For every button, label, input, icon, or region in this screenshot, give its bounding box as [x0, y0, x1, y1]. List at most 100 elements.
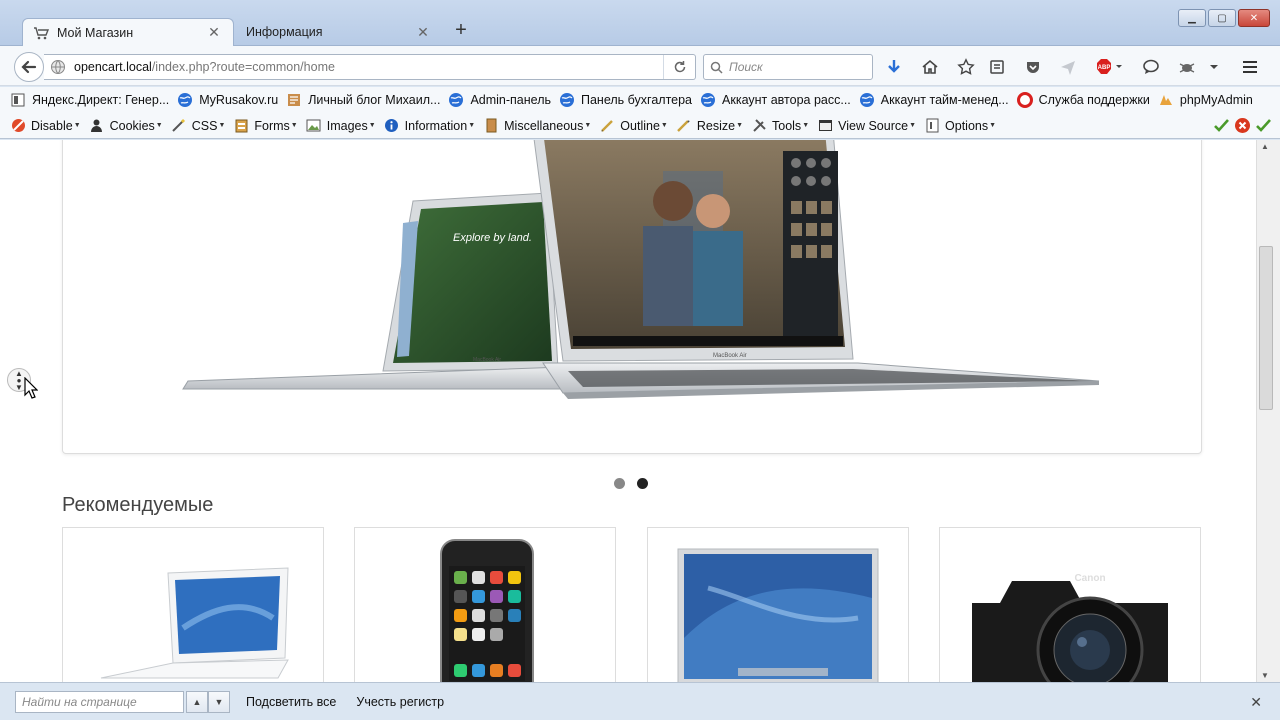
bookmarks-menu-icon[interactable]: [986, 56, 1008, 78]
adblock-icon[interactable]: ABP: [1094, 56, 1126, 78]
window-controls: ▁ ▢ ✕: [1178, 9, 1270, 27]
product-card-canon-camera[interactable]: Canon: [939, 527, 1201, 682]
tab-strip: Мой Магазин ✕ Информация ✕ + ▁ ▢ ✕: [0, 0, 1280, 46]
search-box[interactable]: [703, 54, 873, 80]
bookmark-support[interactable]: Служба поддержки: [1016, 92, 1150, 108]
bookmark-admin-panel[interactable]: Admin-панель: [448, 92, 551, 108]
back-button[interactable]: [14, 52, 44, 82]
svg-text:MacBook Air: MacBook Air: [473, 357, 501, 363]
chat-icon[interactable]: [1140, 56, 1162, 78]
svg-text:Explore by land.: Explore by land.: [453, 232, 532, 244]
firebug-icon[interactable]: [1176, 56, 1198, 78]
find-bar: ▲ ▼ Подсветить все Учесть регистр ✕: [0, 682, 1280, 720]
css-icon: [171, 118, 187, 134]
scrollbar-thumb[interactable]: [1259, 246, 1273, 410]
tab-my-store[interactable]: Мой Магазин ✕: [22, 18, 234, 46]
options-icon: [924, 118, 940, 134]
svg-text:ABP: ABP: [1098, 65, 1111, 71]
dev-menu-outline[interactable]: Outline ▼: [599, 118, 668, 134]
dev-menu-resize[interactable]: Resize ▼: [676, 118, 743, 134]
bookmark-phpmyadmin[interactable]: phpMyAdmin: [1158, 92, 1253, 108]
slideshow-banner[interactable]: Explore by land. MacBook Air MacBook Air: [62, 140, 1202, 454]
error-icon[interactable]: [1234, 117, 1251, 137]
download-icon[interactable]: [883, 56, 905, 78]
dev-menu-view-source[interactable]: View Source ▼: [817, 118, 916, 134]
globe-icon: [448, 92, 464, 108]
search-input[interactable]: [729, 60, 859, 74]
dev-menu-forms[interactable]: Forms ▼: [233, 118, 298, 134]
back-arrow-icon: [21, 60, 37, 74]
bookmark-yandex-direct[interactable]: Яндекс.Директ: Генер...: [10, 92, 169, 108]
macbook-air-banner-image: Explore by land. MacBook Air MacBook Air: [182, 140, 1100, 399]
bookmark-myrusakov[interactable]: MyRusakov.ru: [177, 92, 278, 108]
dev-menu-miscellaneous[interactable]: Miscellaneous ▼: [483, 118, 591, 134]
dev-menu-options[interactable]: Options ▼: [924, 118, 996, 134]
dev-menu-images[interactable]: Images ▼: [306, 118, 376, 134]
product-card-iphone[interactable]: [354, 527, 616, 682]
check-icon[interactable]: [1213, 117, 1230, 137]
close-icon[interactable]: ✕: [416, 24, 430, 41]
bookmark-author-account[interactable]: Аккаунт автора расс...: [700, 92, 851, 108]
pocket-icon[interactable]: [1022, 56, 1044, 78]
tab-information[interactable]: Информация ✕: [236, 18, 442, 46]
dev-menu-css[interactable]: CSS ▼: [171, 118, 225, 134]
scroll-down-arrow-icon[interactable]: ▼: [1261, 671, 1269, 680]
bookmark-label: phpMyAdmin: [1179, 93, 1253, 107]
dev-menu-information[interactable]: Information ▼: [384, 118, 475, 134]
slide-dot-1[interactable]: [614, 478, 625, 489]
bookmark-star-icon[interactable]: [955, 56, 977, 78]
dev-menu-disable[interactable]: Disable ▼: [10, 118, 81, 134]
find-previous-button[interactable]: ▲: [186, 690, 208, 713]
product-card-apple-cinema[interactable]: [647, 527, 909, 682]
dev-menu-tools[interactable]: Tools ▼: [751, 118, 809, 134]
iphone-product-image: [440, 539, 534, 682]
slide-dot-2[interactable]: [637, 478, 648, 489]
chevron-down-icon[interactable]: [1203, 56, 1225, 78]
featured-section-title: Рекомендуемые: [62, 494, 214, 516]
bookmark-time-manager-account[interactable]: Аккаунт тайм-менед...: [859, 92, 1009, 108]
highlight-all-button[interactable]: Подсветить все: [246, 695, 336, 709]
mouse-cursor-icon: [24, 377, 38, 399]
home-icon[interactable]: [919, 56, 941, 78]
check-icon[interactable]: [1255, 117, 1272, 137]
product-card-macbook[interactable]: [62, 527, 324, 682]
send-icon[interactable]: [1057, 56, 1079, 78]
bookmark-accountant-panel[interactable]: Панель бухгалтера: [559, 92, 692, 108]
dev-menu-cookies[interactable]: Cookies ▼: [89, 118, 163, 134]
url-path: /index.php?route=common/home: [151, 60, 335, 74]
slideshow-pagination: [614, 478, 648, 489]
maximize-button[interactable]: ▢: [1208, 9, 1236, 27]
bookmarks-toolbar: Яндекс.Директ: Генер... MyRusakov.ru Лич…: [0, 87, 1280, 113]
scroll-up-arrow-icon[interactable]: ▲: [1261, 142, 1269, 151]
address-bar[interactable]: opencart.local/index.php?route=common/ho…: [44, 54, 696, 80]
dev-menu-label: CSS: [191, 118, 218, 133]
dev-menu-label: Miscellaneous: [504, 118, 584, 133]
window-close-button[interactable]: ✕: [1238, 9, 1270, 27]
dev-menu-label: Outline: [620, 118, 660, 133]
new-tab-button[interactable]: +: [450, 20, 472, 42]
tab-title: Мой Магазин: [57, 25, 134, 40]
dev-menu-label: Cookies: [109, 118, 155, 133]
globe-icon: [559, 92, 575, 108]
dev-menu-label: Resize: [696, 118, 736, 133]
find-navigation: ▲ ▼: [186, 690, 230, 713]
minimize-button[interactable]: ▁: [1178, 9, 1206, 27]
vertical-scrollbar[interactable]: ▲ ▼: [1256, 140, 1280, 682]
close-icon[interactable]: ✕: [1250, 694, 1262, 711]
tab-title: Информация: [246, 25, 323, 39]
globe-icon: [177, 92, 193, 108]
bookmark-label: MyRusakov.ru: [199, 93, 279, 107]
find-next-button[interactable]: ▼: [208, 690, 230, 713]
bookmark-label: Служба поддержки: [1038, 93, 1150, 107]
find-in-page-input[interactable]: [15, 690, 184, 713]
bookmark-personal-blog[interactable]: Личный блог Михаил...: [286, 92, 440, 108]
reload-icon[interactable]: [663, 55, 695, 79]
apple-cinema-display-image: [677, 548, 879, 682]
match-case-button[interactable]: Учесть регистр: [356, 695, 444, 709]
svg-text:MacBook Air: MacBook Air: [713, 353, 747, 359]
hamburger-menu-icon[interactable]: [1239, 56, 1261, 78]
support-icon: [1016, 92, 1033, 108]
dev-status-icons: [1213, 117, 1272, 137]
bookmark-label: Яндекс.Директ: Генер...: [32, 93, 170, 107]
close-icon[interactable]: ✕: [207, 24, 221, 41]
